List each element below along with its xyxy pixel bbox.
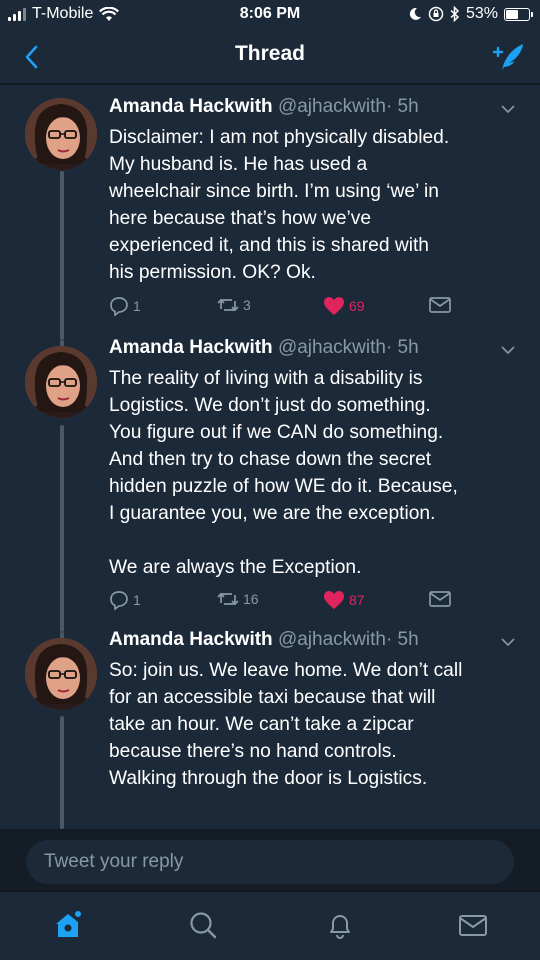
- tweet-actions: 1 16 87: [109, 590, 469, 612]
- tweet-line: experienced it, and this is shared with: [109, 235, 429, 256]
- retweet-count: 3: [243, 297, 251, 313]
- retweet-icon: [217, 592, 239, 606]
- like-button[interactable]: 69: [323, 296, 365, 316]
- tweet-line: And then try to chase down the secret: [109, 449, 432, 470]
- tweet-line: his permission. OK? Ok.: [109, 262, 316, 283]
- battery-percent: 53%: [465, 5, 498, 22]
- tweet-line: Logistics. We don’t just do something.: [109, 395, 431, 416]
- thread-connector: [60, 716, 64, 829]
- like-button[interactable]: 87: [323, 590, 365, 610]
- reply-count: 1: [133, 298, 141, 314]
- chevron-down-icon[interactable]: [500, 104, 516, 114]
- user-handle[interactable]: @ajhackwith: [278, 337, 386, 358]
- like-count: 69: [349, 298, 365, 314]
- reply-bar: Tweet your reply: [0, 829, 540, 891]
- thread-list[interactable]: Amanda Hackwith @ajhackwith· 5h Disclaim…: [0, 85, 540, 829]
- tweet-line: [109, 527, 519, 554]
- status-icons: 53%: [408, 5, 533, 23]
- display-name[interactable]: Amanda Hackwith: [109, 629, 273, 650]
- tweet-line: You figure out if we CAN do something.: [109, 422, 444, 443]
- tweet-text: So: join us. We leave home. We don’t cal…: [109, 657, 519, 792]
- nav-header: Thread: [0, 30, 540, 84]
- page-title: Thread: [234, 42, 305, 65]
- tweet-actions: 1 3 69: [109, 296, 469, 318]
- timestamp: · 5h: [385, 337, 419, 358]
- tweet-text: Disclaimer: I am not physically disabled…: [109, 124, 519, 286]
- battery-icon: [504, 7, 533, 21]
- retweet-count: 16: [243, 591, 259, 607]
- avatar-image: [25, 346, 97, 418]
- tweet-line: Disclaimer: I am not physically disabled…: [109, 127, 450, 148]
- tweet-line: for an accessible taxi because that will: [109, 687, 436, 708]
- retweet-button[interactable]: 16: [217, 590, 259, 608]
- search-icon[interactable]: [188, 910, 218, 940]
- tweet[interactable]: Amanda Hackwith @ajhackwith· 5h So: join…: [0, 629, 540, 829]
- tab-bar: [0, 891, 540, 960]
- user-handle[interactable]: @ajhackwith: [278, 96, 386, 117]
- tweet-line: We are always the Exception.: [109, 557, 362, 578]
- reply-button[interactable]: 1: [109, 590, 141, 610]
- retweet-button[interactable]: 3: [217, 296, 251, 314]
- retweet-icon: [217, 298, 239, 312]
- heart-filled-icon: [324, 297, 344, 315]
- user-handle[interactable]: @ajhackwith: [278, 629, 386, 650]
- avatar[interactable]: [25, 638, 97, 710]
- tweet-line: My husband is. He has used a: [109, 154, 368, 175]
- reply-icon: [110, 591, 128, 610]
- avatar-image: [25, 98, 97, 170]
- display-name[interactable]: Amanda Hackwith: [109, 96, 273, 117]
- tweet-line: take an hour. We can’t take a zipcar: [109, 714, 414, 735]
- avatar[interactable]: [25, 98, 97, 170]
- tweet[interactable]: Amanda Hackwith @ajhackwith· 5h Disclaim…: [0, 85, 540, 340]
- tweet-header[interactable]: Amanda Hackwith @ajhackwith· 5h: [109, 629, 419, 651]
- share-button[interactable]: [429, 590, 451, 608]
- display-name[interactable]: Amanda Hackwith: [109, 337, 273, 358]
- tweet[interactable]: Amanda Hackwith @ajhackwith· 5h The real…: [0, 337, 540, 632]
- notifications-icon[interactable]: [325, 910, 355, 940]
- avatar-image: [25, 638, 97, 710]
- heart-filled-icon: [324, 591, 344, 609]
- tweet-line: because there’s no hand controls.: [109, 741, 397, 762]
- tweet-line: Walking through the door is Logistics.: [109, 768, 428, 789]
- tweet-line: here because that’s how we’ve: [109, 208, 372, 229]
- status-bar: T-Mobile 8:06 PM 53%: [0, 0, 540, 30]
- timestamp: · 5h: [385, 629, 419, 650]
- tweet-header[interactable]: Amanda Hackwith @ajhackwith· 5h: [109, 96, 419, 118]
- reply-icon: [110, 297, 128, 316]
- thread-connector: [60, 425, 64, 632]
- envelope-icon: [429, 297, 451, 313]
- thread-connector: [60, 171, 64, 340]
- tweet-line: So: join us. We leave home. We don’t cal…: [109, 660, 463, 681]
- compose-tweet-icon[interactable]: [490, 40, 526, 74]
- chevron-down-icon[interactable]: [500, 345, 516, 355]
- tweet-line: The reality of living with a disability …: [109, 368, 423, 389]
- orientation-lock-icon: [428, 6, 444, 22]
- reply-count: 1: [133, 592, 141, 608]
- envelope-icon: [429, 591, 451, 607]
- reply-button[interactable]: 1: [109, 296, 141, 316]
- messages-icon[interactable]: [458, 910, 488, 940]
- timestamp: · 5h: [385, 96, 419, 117]
- tweet-line: hidden puzzle of how WE do it. Because,: [109, 476, 458, 497]
- share-button[interactable]: [429, 296, 451, 314]
- moon-icon: [409, 7, 421, 20]
- chevron-down-icon[interactable]: [500, 637, 516, 647]
- reply-input[interactable]: Tweet your reply: [26, 840, 514, 884]
- tweet-line: wheelchair since birth. I’m using ‘we’ i…: [109, 181, 439, 202]
- like-count: 87: [349, 592, 365, 608]
- tweet-text: The reality of living with a disability …: [109, 365, 519, 581]
- home-icon[interactable]: [53, 910, 83, 940]
- bluetooth-icon: [450, 6, 460, 22]
- avatar[interactable]: [25, 346, 97, 418]
- tweet-line: I guarantee you, we are the exception.: [109, 503, 436, 524]
- tweet-header[interactable]: Amanda Hackwith @ajhackwith· 5h: [109, 337, 419, 359]
